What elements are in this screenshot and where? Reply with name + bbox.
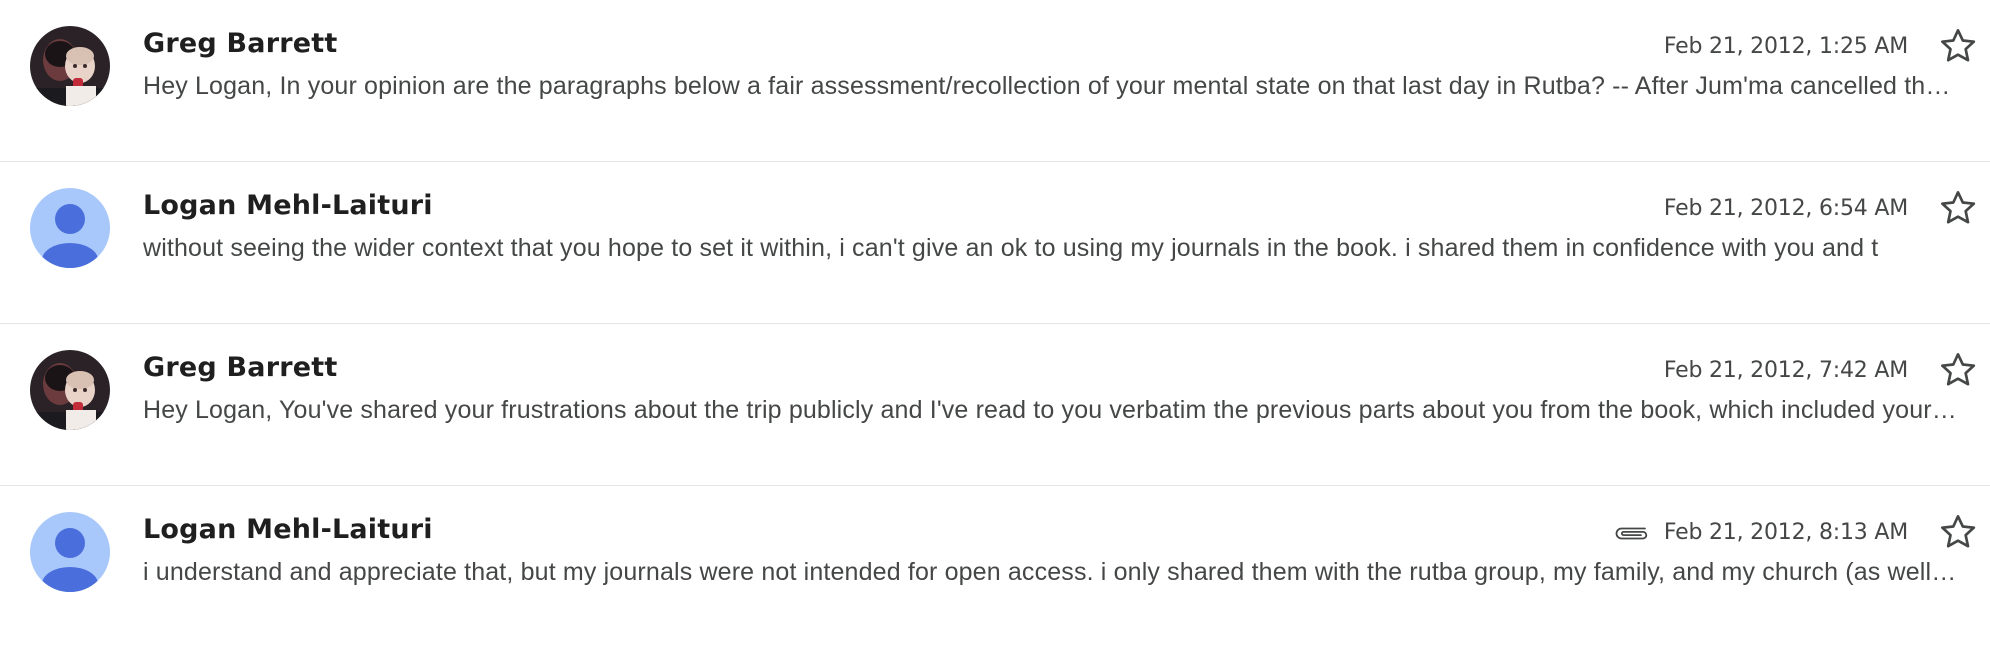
message-snippet: Hey Logan, In your opinion are the parag…: [143, 72, 1958, 100]
star-icon[interactable]: [1938, 350, 1978, 390]
sender-name: Logan Mehl-Laituri: [143, 514, 433, 545]
message-snippet: without seeing the wider context that yo…: [143, 234, 1879, 262]
person-icon: [30, 188, 110, 268]
sender-name: Greg Barrett: [143, 352, 338, 383]
sender-avatar-default[interactable]: [30, 188, 110, 268]
sender-name: Logan Mehl-Laituri: [143, 190, 433, 221]
sender-name: Greg Barrett: [143, 28, 338, 59]
photo-avatar-icon: [30, 26, 110, 106]
sender-avatar-photo[interactable]: [30, 26, 110, 106]
message-date: Feb 21, 2012, 8:13 AM: [1663, 519, 1908, 545]
message-date: Feb 21, 2012, 6:54 AM: [1663, 195, 1908, 221]
message-row[interactable]: Greg Barrett Feb 21, 2012, 1:25 AM Hey L…: [0, 0, 1990, 162]
message-row[interactable]: Logan Mehl-Laituri Feb 21, 2012, 8:13 AM…: [0, 486, 1990, 648]
message-date: Feb 21, 2012, 7:42 AM: [1663, 357, 1908, 383]
message-meta: Feb 21, 2012, 6:54 AM: [1664, 193, 1908, 223]
star-icon[interactable]: [1938, 512, 1978, 552]
star-icon[interactable]: [1938, 26, 1978, 66]
sender-avatar-photo[interactable]: [30, 350, 110, 430]
message-meta: Feb 21, 2012, 8:13 AM: [1612, 517, 1908, 547]
message-date: Feb 21, 2012, 1:25 AM: [1663, 33, 1908, 59]
message-row[interactable]: Logan Mehl-Laituri Feb 21, 2012, 6:54 AM…: [0, 162, 1990, 324]
star-icon[interactable]: [1938, 188, 1978, 228]
message-snippet: Hey Logan, You've shared your frustratio…: [143, 396, 1958, 424]
message-row[interactable]: Greg Barrett Feb 21, 2012, 7:42 AM Hey L…: [0, 324, 1990, 486]
person-icon: [30, 512, 110, 592]
message-snippet: i understand and appreciate that, but my…: [143, 558, 1958, 586]
paperclip-icon: [1615, 527, 1647, 540]
message-meta: Feb 21, 2012, 1:25 AM: [1664, 31, 1908, 61]
email-thread: Greg Barrett Feb 21, 2012, 1:25 AM Hey L…: [0, 0, 1990, 630]
sender-avatar-default[interactable]: [30, 512, 110, 592]
message-meta: Feb 21, 2012, 7:42 AM: [1664, 355, 1908, 385]
photo-avatar-icon: [30, 350, 110, 430]
